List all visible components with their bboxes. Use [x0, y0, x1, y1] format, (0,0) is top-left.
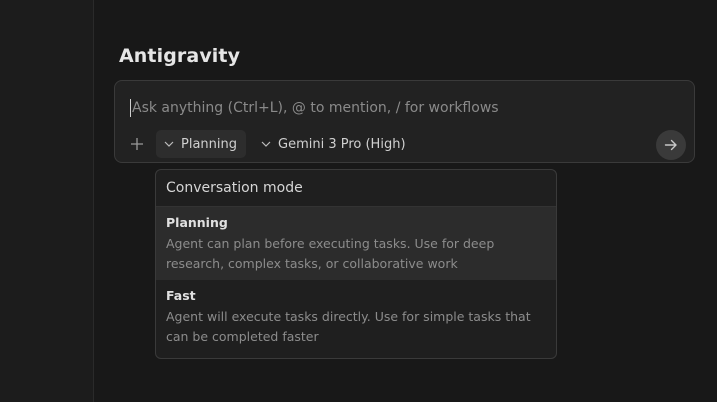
app-window: Antigravity Planning Gemini 3 Pro (High) — [0, 0, 717, 402]
mode-selector-button[interactable]: Planning — [156, 130, 246, 158]
mode-option-fast[interactable]: Fast Agent will execute tasks directly. … — [156, 280, 556, 352]
option-description: Agent will execute tasks directly. Use f… — [166, 309, 531, 344]
chevron-down-icon — [164, 141, 174, 147]
option-title: Fast — [166, 288, 196, 303]
mode-selector-label: Planning — [181, 136, 237, 152]
chat-input[interactable] — [130, 97, 652, 119]
plus-icon — [131, 138, 143, 150]
add-context-button[interactable] — [127, 133, 147, 155]
mode-option-planning[interactable]: Planning Agent can plan before executing… — [156, 207, 556, 280]
option-title: Planning — [166, 215, 228, 230]
arrow-right-icon — [664, 139, 677, 151]
left-sidebar — [0, 0, 94, 402]
chat-composer: Planning Gemini 3 Pro (High) — [114, 80, 695, 163]
model-selector-label: Gemini 3 Pro (High) — [278, 136, 406, 152]
chevron-down-icon — [261, 141, 271, 147]
option-description: Agent can plan before executing tasks. U… — [166, 236, 495, 271]
dropdown-header: Conversation mode — [156, 170, 556, 207]
text-caret — [130, 99, 131, 117]
conversation-mode-dropdown: Conversation mode Planning Agent can pla… — [155, 169, 557, 359]
send-button[interactable] — [656, 130, 686, 160]
page-title: Antigravity — [119, 45, 241, 67]
model-selector-button[interactable]: Gemini 3 Pro (High) — [255, 130, 412, 158]
